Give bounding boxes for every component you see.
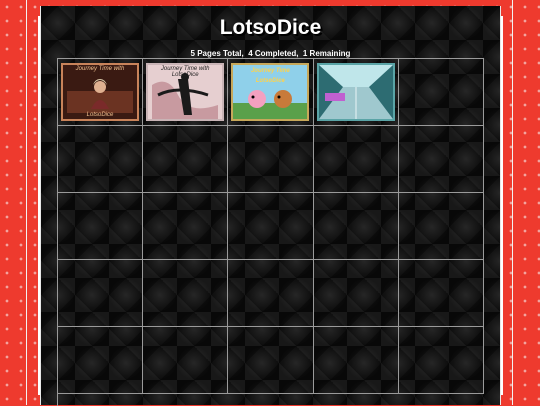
grid-cell (143, 327, 229, 394)
grid-cell[interactable]: Journey Time LotsoDice (228, 59, 314, 126)
content-panel: LotsoDice 5 Pages Total, 4 Completed, 1 … (40, 6, 501, 406)
page-thumbnail-3[interactable]: Journey Time LotsoDice (231, 63, 310, 121)
thumbnail-caption-top: Journey Time with (75, 66, 125, 72)
grid-cell[interactable] (313, 59, 399, 126)
pages-grid: Journey Time with LotsoDice Journey Time… (57, 58, 484, 406)
grid-cell (143, 260, 229, 327)
grid-cell (143, 193, 229, 260)
grid-cell (398, 260, 484, 327)
grid-cell (228, 193, 314, 260)
grid-cell (398, 193, 484, 260)
woman-portrait-icon (63, 65, 137, 119)
grid-cell (228, 260, 314, 327)
page-thumbnail-4[interactable] (316, 63, 395, 121)
grid-cell (313, 126, 399, 193)
grid-cell (58, 327, 144, 394)
progress-summary: 5 Pages Total, 4 Completed, 1 Remaining (190, 49, 351, 58)
grid-cell[interactable]: Journey Time with LotsoDice (143, 59, 229, 126)
grid-cell (398, 59, 484, 126)
grid-cell (58, 126, 144, 193)
grid-cell (58, 193, 144, 260)
grid-cell (143, 126, 229, 193)
grid-cell (398, 126, 484, 193)
grid-cell[interactable]: Journey Time with LotsoDice (58, 59, 144, 126)
page-thumbnail-2[interactable]: Journey Time with LotsoDice (146, 63, 225, 121)
page-title: LotsoDice (219, 16, 322, 39)
thumbnail-caption-top: Journey Time with LotsoDice (160, 66, 210, 78)
thumbnail-caption-bottom: LotsoDice (86, 112, 114, 118)
thumbnail-caption-bottom: LotsoDice (255, 78, 285, 84)
grid-cell (228, 327, 314, 394)
grid-cell (313, 327, 399, 394)
grid-cell (58, 260, 144, 327)
grid-cell (313, 193, 399, 260)
thumbnail-caption-top: Journey Time (250, 68, 290, 74)
grid-cell (313, 260, 399, 327)
page-thumbnail-1[interactable]: Journey Time with LotsoDice (61, 63, 139, 121)
left-frame-line (26, 0, 27, 405)
subway-station-icon (318, 65, 393, 119)
right-frame-line (512, 0, 513, 405)
grid-cell (398, 327, 484, 394)
grid-cell (228, 126, 314, 193)
